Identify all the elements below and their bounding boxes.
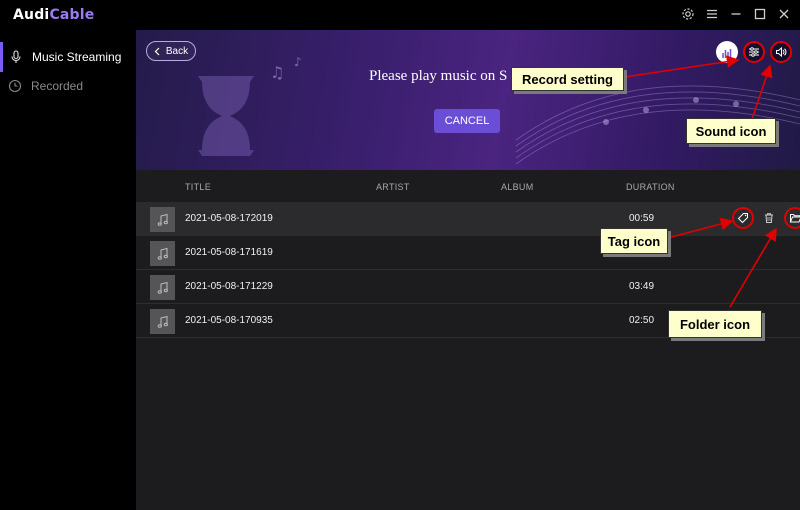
folder-icon[interactable] [784,207,800,229]
banner-message: Please play music on S [369,68,508,84]
track-title: 2021-05-08-170935 [185,315,273,326]
minimize-icon[interactable] [728,6,744,22]
svg-text:♫: ♫ [270,63,284,82]
title-bar: AudiCable [0,0,800,30]
track-duration: 02:50 [629,315,655,326]
sidebar-item-music-streaming[interactable]: Music Streaming [0,42,136,72]
gear-icon[interactable] [680,6,696,22]
music-note-icon [150,275,175,300]
back-button[interactable]: Back [146,41,196,61]
microphone-icon [9,50,23,64]
callout-record-setting: Record setting [511,67,624,91]
recording-banner: ♫ ♪ Back Please play music on S CANCEL [136,30,800,170]
tag-icon[interactable] [732,207,754,229]
track-duration: 00:59 [629,213,655,224]
app-logo: AudiCable [13,7,94,23]
callout-sound-icon: Sound icon [686,118,776,144]
menu-icon[interactable] [704,6,720,22]
table-row[interactable]: 2021-05-08-171619 03:55 [136,236,800,270]
music-note-icon [150,207,175,232]
table-header: TITLE ARTIST ALBUM DURATION [136,170,800,202]
track-duration: 03:49 [629,281,655,292]
sidebar: Music Streaming Recorded [0,30,136,510]
close-icon[interactable] [776,6,792,22]
record-settings-icon[interactable] [743,41,765,63]
track-title: 2021-05-08-171619 [185,247,273,258]
equalizer-icon[interactable] [716,41,738,63]
logo-text-audi: Audi [13,7,50,23]
sidebar-item-label: Recorded [31,79,84,93]
banner-artwork: ♫ ♪ [198,55,800,165]
track-title: 2021-05-08-171229 [185,281,273,292]
main-panel: ♫ ♪ Back Please play music on S CANCEL T… [136,30,800,510]
column-header-title[interactable]: TITLE [185,182,211,192]
cancel-button[interactable]: CANCEL [434,109,500,133]
table-row[interactable]: 2021-05-08-171229 03:49 [136,270,800,304]
maximize-icon[interactable] [752,6,768,22]
row-actions [732,207,800,229]
music-note-icon [150,241,175,266]
back-button-label: Back [165,45,189,57]
logo-text-cable: Cable [49,7,95,23]
trash-icon[interactable] [758,207,780,229]
sound-icon[interactable] [770,41,792,63]
column-header-album[interactable]: ALBUM [501,182,534,192]
music-note-icon [150,309,175,334]
track-title: 2021-05-08-172019 [185,213,273,224]
chevron-left-icon [154,47,160,56]
sidebar-item-label: Music Streaming [32,50,122,64]
callout-folder-icon: Folder icon [668,310,762,338]
column-header-artist[interactable]: ARTIST [376,182,410,192]
banner-toolbar [716,41,792,63]
clock-icon [8,79,22,93]
window-controls [680,6,792,22]
column-header-duration[interactable]: DURATION [626,182,675,192]
sidebar-item-recorded[interactable]: Recorded [0,71,136,101]
callout-tag-icon: Tag icon [600,228,668,254]
svg-text:♪: ♪ [294,55,302,69]
table-row[interactable]: 2021-05-08-172019 00:59 [136,202,800,236]
